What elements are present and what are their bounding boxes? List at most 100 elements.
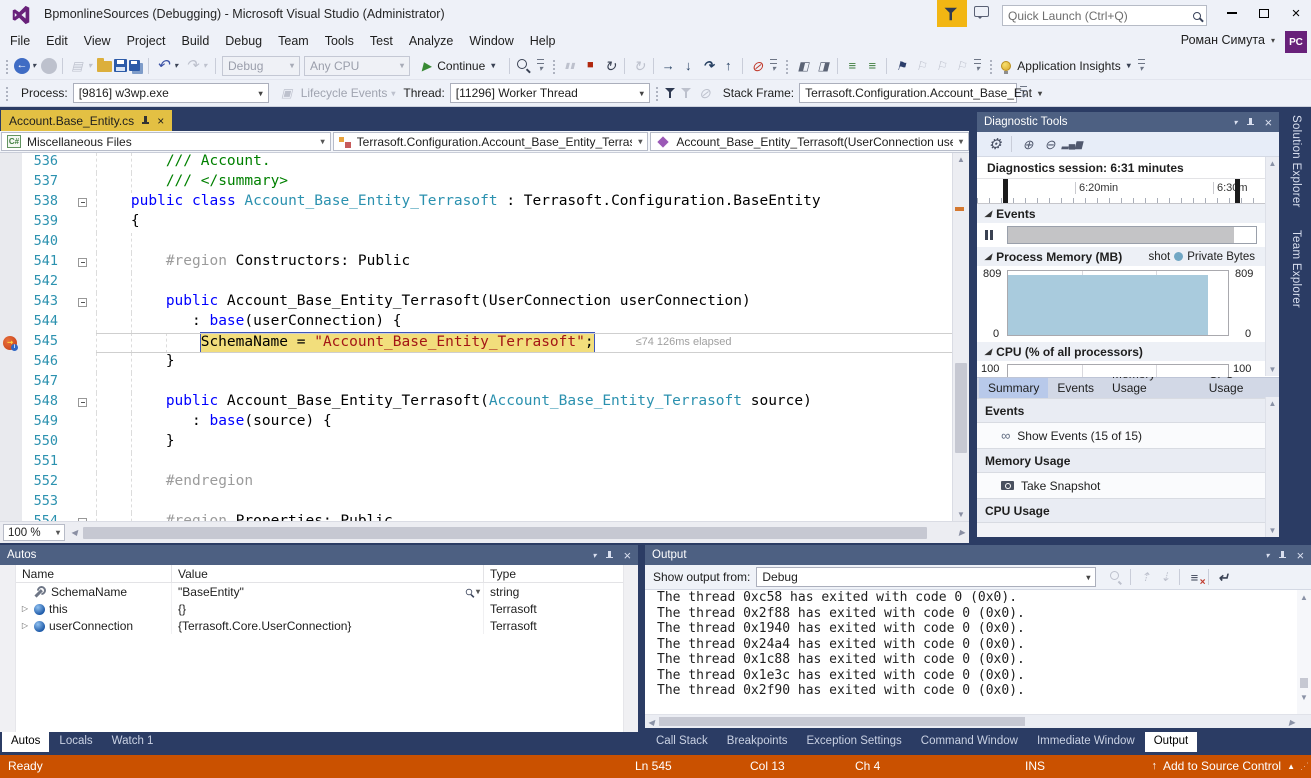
scrollbar-thumb[interactable] (955, 363, 967, 453)
code-line-550[interactable]: 550} (0, 433, 969, 453)
toolbar-overflow-icon[interactable]: ▾ (1018, 84, 1029, 102)
overflow-icon[interactable]: ▾ (972, 57, 983, 75)
quick-launch-box[interactable] (1002, 5, 1207, 26)
fold-margin[interactable] (74, 173, 96, 193)
close-icon[interactable]: × (157, 114, 164, 128)
gear-icon[interactable]: ⚙ (986, 135, 1004, 153)
quick-launch-input[interactable] (1008, 9, 1193, 23)
menu-help[interactable]: Help (522, 30, 564, 52)
tab-watch-1[interactable]: Watch 1 (103, 732, 163, 752)
save-all-icon[interactable] (129, 60, 140, 71)
menu-team[interactable]: Team (270, 30, 317, 52)
pin-icon[interactable] (141, 116, 150, 125)
fold-margin[interactable] (74, 193, 96, 213)
tab-command-window[interactable]: Command Window (912, 732, 1027, 752)
scrollbar-thumb[interactable] (659, 717, 1025, 726)
scroll-up-icon[interactable]: ▲ (1297, 593, 1311, 602)
breakpoint-margin[interactable] (0, 273, 22, 293)
breakpoint-margin[interactable] (0, 433, 22, 453)
project-dropdown[interactable]: C# Miscellaneous Files ▾ (1, 132, 331, 151)
clear-output-icon[interactable]: ≡ (1185, 568, 1203, 586)
code-line-542[interactable]: 542 (0, 273, 969, 293)
fold-margin[interactable] (74, 373, 96, 393)
window-position-icon[interactable]: ▾ (1265, 551, 1269, 560)
thread-dropdown[interactable]: [11296] Worker Thread▾ (450, 83, 650, 103)
menu-build[interactable]: Build (173, 30, 217, 52)
diagnostics-timeline[interactable]: 6:20min 6:30m (977, 179, 1279, 204)
code-line-546[interactable]: 546} (0, 353, 969, 373)
toolbar-grip[interactable] (551, 58, 556, 74)
current-statement-margin[interactable]: →i (0, 333, 22, 353)
pin-icon[interactable] (1278, 551, 1287, 560)
toolbar-grip[interactable] (988, 58, 993, 74)
toolbar-grip[interactable] (784, 58, 789, 74)
tab-immediate-window[interactable]: Immediate Window (1028, 732, 1144, 752)
code-line-554[interactable]: 554#region Properties: Public (0, 513, 969, 521)
tab-exception-settings[interactable]: Exception Settings (798, 732, 911, 752)
save-icon[interactable] (114, 59, 127, 72)
diagnostics-scrollbar[interactable]: ▲▼ (1265, 157, 1279, 376)
pane-next-icon[interactable]: ◨ (814, 57, 832, 75)
diag-tab-summary[interactable]: Summary (979, 378, 1048, 398)
fold-margin[interactable] (74, 473, 96, 493)
scroll-up-icon[interactable]: ▲ (953, 155, 969, 164)
collapse-icon[interactable]: ◢ (985, 252, 991, 261)
code-line-538[interactable]: 538public class Account_Base_Entity_Terr… (0, 193, 969, 213)
breakpoint-margin[interactable] (0, 193, 22, 213)
collapse-icon[interactable]: ◢ (985, 347, 991, 356)
code-line-541[interactable]: 541#region Constructors: Public (0, 253, 969, 273)
code-line-545[interactable]: →i545SchemaName = "Account_Base_Entity_T… (0, 333, 969, 353)
indent-in-icon[interactable]: ≡ (863, 57, 881, 75)
fold-margin[interactable] (74, 153, 96, 173)
column-header-type[interactable]: Type (484, 565, 638, 582)
tab-breakpoints[interactable]: Breakpoints (718, 732, 797, 752)
fold-margin[interactable] (74, 493, 96, 513)
editor-zoom-dropdown[interactable]: 100 % ▾ (3, 524, 65, 541)
pin-icon[interactable] (1246, 118, 1255, 127)
continue-button[interactable]: ▶ Continue ▾ (418, 55, 499, 77)
funnel-icon[interactable] (664, 86, 678, 100)
tab-output[interactable]: Output (1145, 732, 1198, 752)
pin-icon[interactable] (605, 551, 614, 560)
breakpoint-margin[interactable] (0, 513, 22, 521)
fold-collapse-icon[interactable] (78, 258, 87, 267)
code-line-536[interactable]: 536/// Account. (0, 153, 969, 173)
overflow-icon[interactable]: ▾ (768, 57, 779, 75)
code-line-543[interactable]: 543public Account_Base_Entity_Terrasoft(… (0, 293, 969, 313)
expander-icon[interactable]: ▷ (20, 621, 30, 630)
cpu-chart[interactable]: 100 100 (977, 361, 1279, 377)
close-icon[interactable]: × (1296, 548, 1304, 563)
code-line-539[interactable]: 539{ (0, 213, 969, 233)
output-title-bar[interactable]: Output ▾ × (645, 545, 1311, 565)
tab-locals[interactable]: Locals (50, 732, 101, 752)
application-insights-button[interactable]: Application Insights ▾ (1001, 59, 1130, 73)
fold-margin[interactable] (74, 433, 96, 453)
autos-row-schemaname[interactable]: ▷SchemaName"BaseEntity"▾string (0, 583, 638, 600)
send-feedback-button[interactable] (974, 6, 992, 22)
word-wrap-icon[interactable]: ↵ (1214, 568, 1232, 586)
close-button[interactable]: × (1282, 0, 1310, 26)
diagnostic-tools-title-bar[interactable]: Diagnostic Tools ▾ × (977, 112, 1279, 132)
fold-collapse-icon[interactable] (78, 398, 87, 407)
member-dropdown[interactable]: Account_Base_Entity_Terrasoft(UserConnec… (650, 132, 969, 151)
caret-icon[interactable]: ▾ (171, 57, 181, 75)
summary-link-show-events[interactable]: ∞Show Events (15 of 15) (977, 423, 1279, 448)
breakpoint-margin[interactable] (0, 253, 22, 273)
code-editor[interactable]: 536/// Account.537/// </summary>538publi… (0, 153, 969, 521)
value-visualizer-button[interactable]: ▾ (465, 587, 480, 596)
output-vertical-scrollbar[interactable]: ▲ ▼ (1297, 590, 1311, 714)
autos-row-userconnection[interactable]: ▷userConnection{Terrasoft.Core.UserConne… (0, 617, 638, 634)
fold-margin[interactable] (74, 233, 96, 253)
cpu-section-header[interactable]: ◢ CPU (% of all processors) (977, 342, 1279, 361)
find-files-icon[interactable] (515, 57, 533, 75)
scrollbar-thumb[interactable] (83, 527, 927, 539)
window-position-icon[interactable]: ▾ (1233, 118, 1237, 127)
breakpoint-margin[interactable] (0, 473, 22, 493)
menu-window[interactable]: Window (461, 30, 521, 52)
solution-platform-dropdown[interactable]: Any CPU▾ (304, 56, 410, 76)
memory-section-header[interactable]: ◢ Process Memory (MB) shot Private Bytes (977, 247, 1279, 266)
status-line[interactable]: Ln 545 (635, 755, 672, 778)
summary-link-take-snapshot[interactable]: Take Snapshot (977, 473, 1279, 498)
nav-back-icon[interactable]: ← (14, 58, 30, 74)
breakpoint-margin[interactable] (0, 213, 22, 233)
